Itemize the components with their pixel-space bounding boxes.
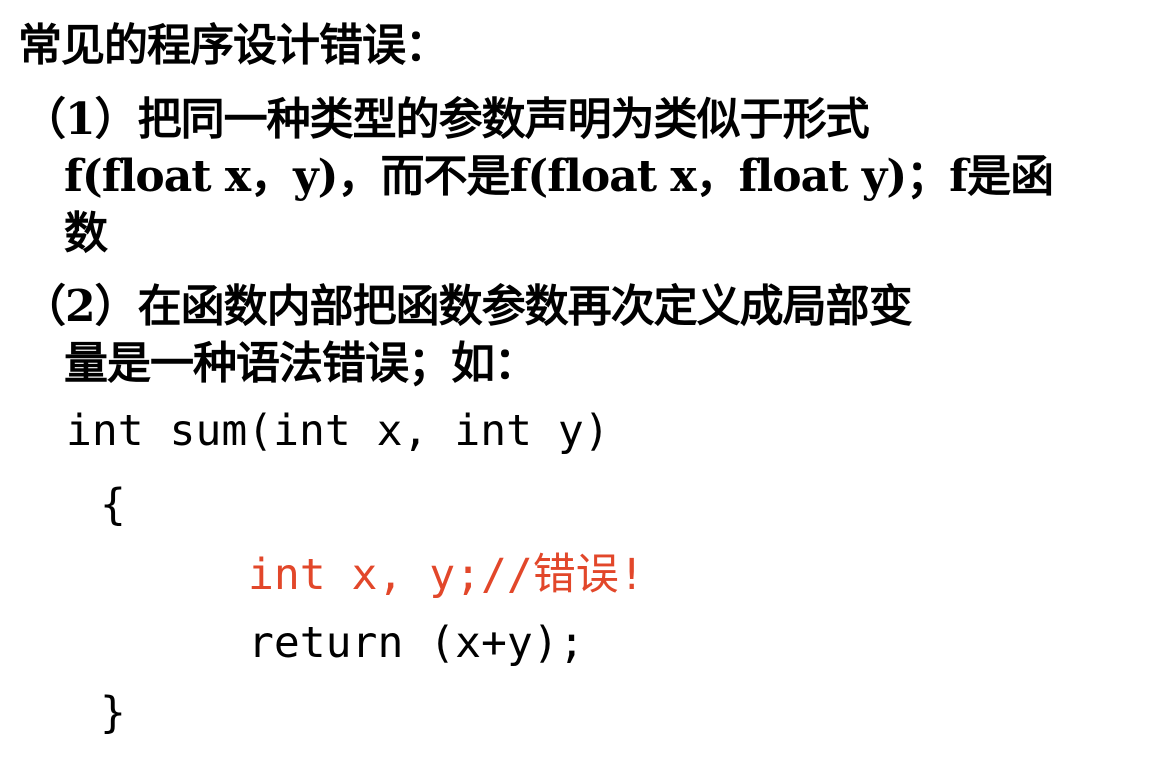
code-line-error: int x, y;//错误! xyxy=(248,550,645,600)
slide-title: 常见的程序设计错误： xyxy=(18,20,449,71)
item-1-line-1: （1）把同一种类型的参数声明为类似于形式 xyxy=(22,94,870,145)
item-2-line-1: （2）在函数内部把函数参数再次定义成局部变 xyxy=(22,281,913,332)
code-line-close-brace: } xyxy=(100,688,126,738)
item-2-line-2: 量是一种语法错误；如： xyxy=(64,338,538,389)
code-line-open-brace: { xyxy=(100,480,126,530)
code-line-return: return (x+y); xyxy=(248,618,585,668)
item-1-line-3: 数 xyxy=(64,208,108,259)
item-1-line-2: f(float x，y)，而不是f(float x，float y)；f是函 xyxy=(64,151,1054,202)
code-line-signature: int sum(int x, int y) xyxy=(66,406,610,456)
